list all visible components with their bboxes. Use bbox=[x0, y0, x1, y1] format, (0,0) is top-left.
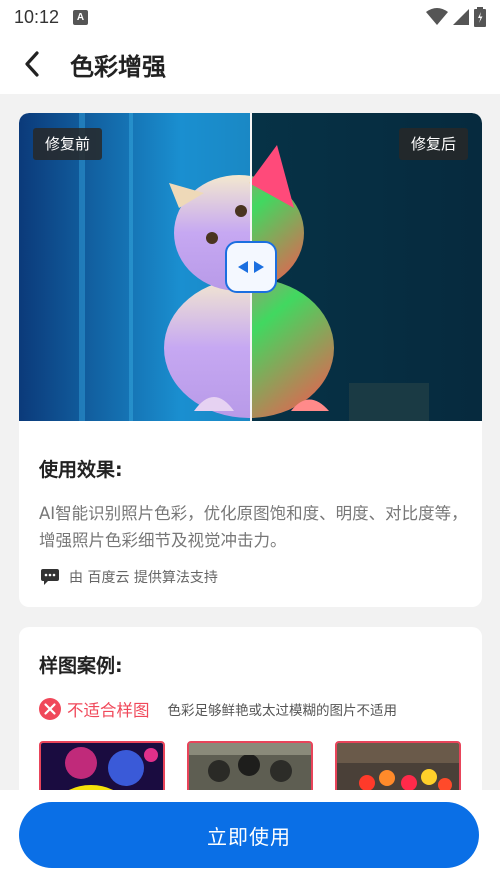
battery-icon bbox=[474, 7, 486, 27]
unsuitable-hint: 色彩足够鲜艳或太过模糊的图片不适用 bbox=[167, 703, 398, 719]
provider-row: 由 百度云 提供算法支持 bbox=[41, 567, 218, 587]
chevron-left-icon bbox=[25, 51, 39, 77]
compare-slider-handle[interactable] bbox=[225, 241, 277, 293]
before-after-compare[interactable]: 修复前 修复后 bbox=[19, 113, 482, 421]
status-time: 10:12 bbox=[14, 6, 60, 27]
unsuitable-label: 不适合样图 bbox=[67, 701, 150, 720]
arrow-left-icon bbox=[238, 261, 248, 273]
bottom-action-bar: 立即使用 bbox=[0, 790, 500, 888]
status-bar: 10:12 A bbox=[0, 0, 500, 34]
effect-description: AI智能识别照片色彩，优化原图饱和度、明度、对比度等，增强照片色彩细节及视觉冲击… bbox=[39, 504, 468, 550]
sample-title: 样图案例: bbox=[39, 655, 123, 677]
provider-text: 由 百度云 提供算法支持 bbox=[69, 570, 218, 586]
back-button[interactable] bbox=[0, 34, 64, 94]
effect-card: 修复前 修复后 使用效果: AI智能识别照片色彩，优化原图饱和度、明度、对比度等… bbox=[19, 113, 482, 607]
arrow-right-icon bbox=[254, 261, 264, 273]
wifi-icon bbox=[426, 8, 448, 25]
effect-title: 使用效果: bbox=[39, 459, 123, 481]
top-app-bar: 色彩增强 bbox=[0, 34, 500, 94]
unsuitable-row: 不适合样图 色彩足够鲜艳或太过模糊的图片不适用 bbox=[39, 697, 397, 721]
before-label: 修复前 bbox=[33, 128, 103, 160]
after-label: 修复后 bbox=[398, 128, 468, 160]
notification-icon: A bbox=[73, 9, 89, 25]
signal-icon bbox=[453, 9, 469, 25]
status-indicators bbox=[426, 7, 486, 27]
chat-bubble-icon bbox=[41, 569, 59, 585]
use-now-button[interactable]: 立即使用 bbox=[19, 802, 479, 868]
close-circle-icon bbox=[39, 698, 61, 720]
page-title: 色彩增强 bbox=[70, 52, 166, 81]
